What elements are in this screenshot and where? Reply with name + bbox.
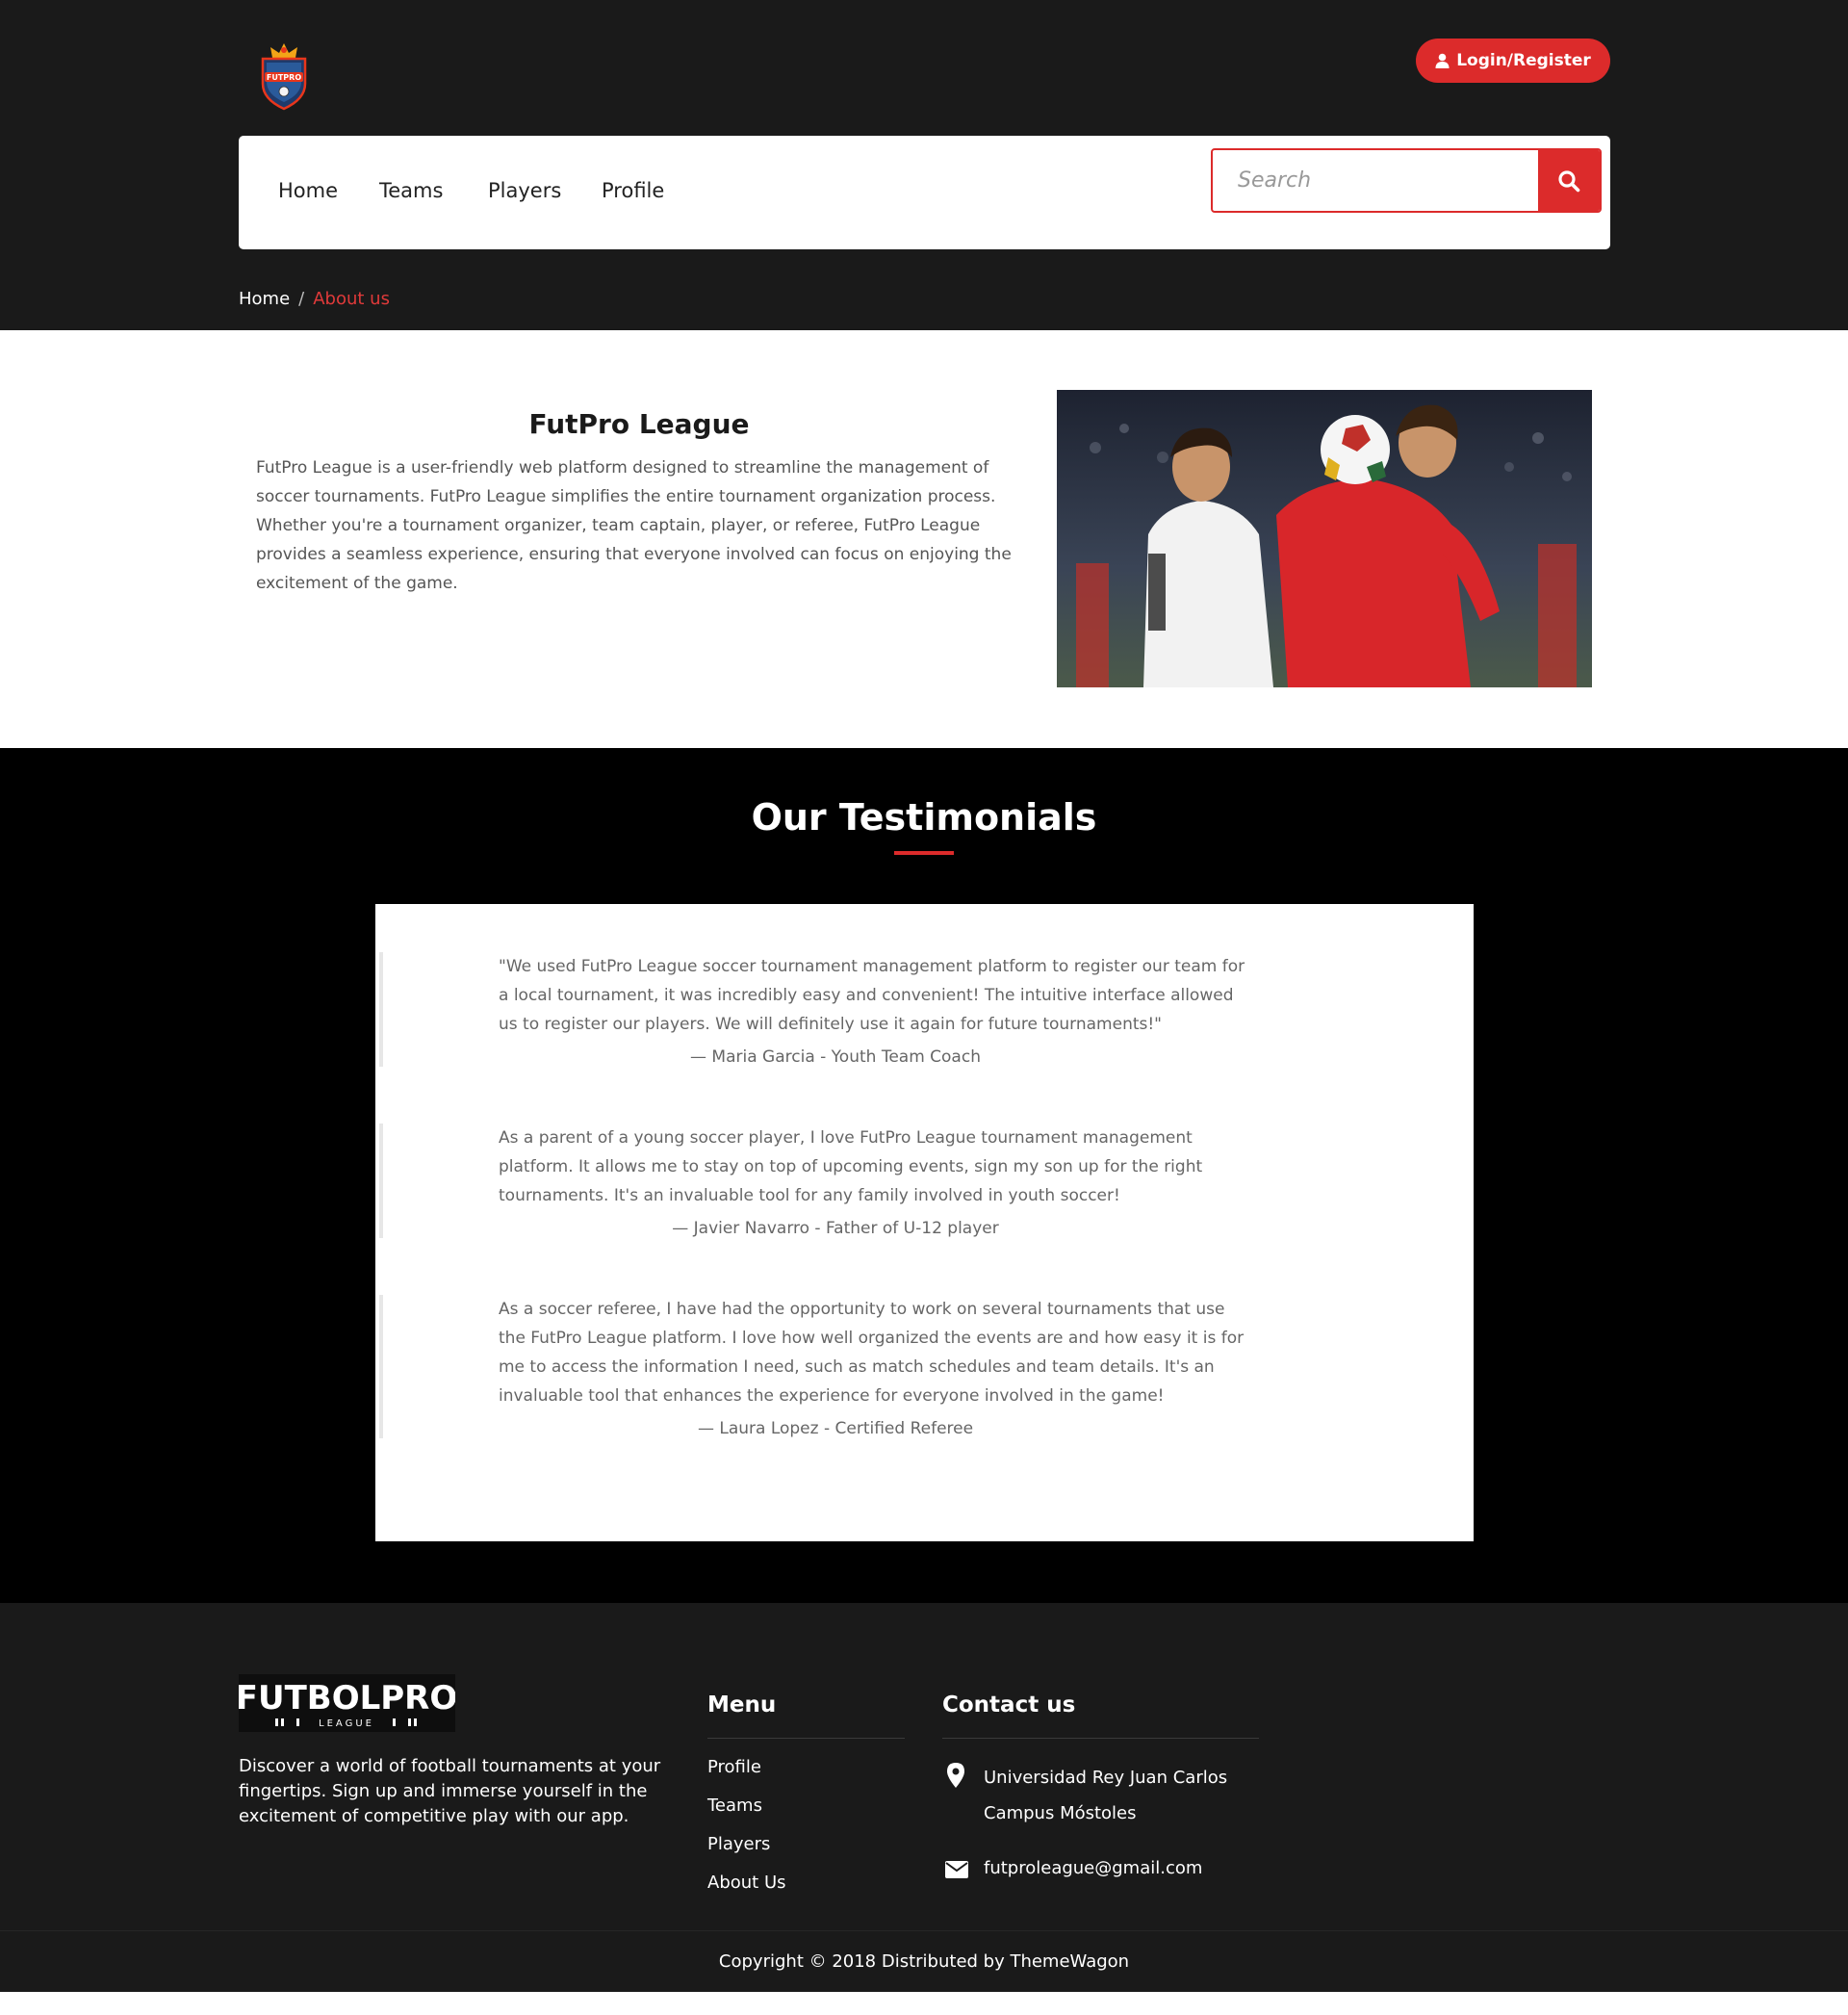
testimonial-author: — Laura Lopez - Certified Referee bbox=[697, 1419, 974, 1438]
menu-divider bbox=[707, 1738, 905, 1739]
nav-teams[interactable]: Teams bbox=[379, 168, 443, 214]
testimonial-text: As a soccer referee, I have had the oppo… bbox=[499, 1300, 1245, 1406]
futpro-logo[interactable]: FUTPRO bbox=[257, 41, 311, 111]
nav-profile[interactable]: Profile bbox=[602, 168, 664, 214]
footer-link-about-us[interactable]: About Us bbox=[707, 1873, 786, 1893]
nav-players[interactable]: Players bbox=[488, 168, 561, 214]
copyright-text: Copyright © 2018 Distributed by ThemeWag… bbox=[718, 1951, 1130, 1972]
testimonials-heading: Our Testimonials bbox=[751, 796, 1097, 839]
testimonial-item: As a soccer referee, I have had the oppo… bbox=[379, 1295, 1245, 1438]
nav-home[interactable]: Home bbox=[278, 168, 338, 214]
contact-divider bbox=[942, 1738, 1259, 1739]
footer-contact-title: Contact us bbox=[942, 1692, 1076, 1718]
map-pin-icon bbox=[947, 1763, 964, 1788]
breadcrumb-current: About us bbox=[313, 289, 390, 309]
search-button[interactable] bbox=[1538, 150, 1600, 211]
login-register-label: Login/Register bbox=[1456, 51, 1591, 70]
login-register-button[interactable]: Login/Register bbox=[1416, 39, 1610, 83]
contact-address-line1: Universidad Rey Juan Carlos bbox=[984, 1768, 1228, 1788]
testimonial-author: — Javier Navarro - Father of U-12 player bbox=[672, 1219, 999, 1238]
footer-link-profile[interactable]: Profile bbox=[707, 1757, 761, 1777]
page-bottom-strip bbox=[0, 1992, 1848, 2015]
envelope-icon bbox=[945, 1861, 968, 1878]
search-input[interactable] bbox=[1213, 150, 1536, 211]
about-title: FutPro League bbox=[528, 408, 750, 440]
footer-link-players[interactable]: Players bbox=[707, 1834, 770, 1854]
footer-logo-subtext: LEAGUE bbox=[319, 1718, 374, 1729]
search-form bbox=[1211, 148, 1602, 213]
testimonials-section: Our Testimonials "We used FutPro League … bbox=[0, 748, 1848, 1603]
contact-email-link[interactable]: futproleague@gmail.com bbox=[984, 1858, 1202, 1878]
main-navbar: Home Teams Players Profile bbox=[239, 136, 1610, 249]
breadcrumb-home[interactable]: Home bbox=[239, 289, 290, 309]
site-footer: FUTBOLPRO LEAGUE Discover a world of foo… bbox=[0, 1603, 1848, 2015]
testimonial-text: "We used FutPro League soccer tournament… bbox=[499, 957, 1245, 1034]
futbolpro-footer-logo[interactable]: FUTBOLPRO LEAGUE bbox=[239, 1674, 455, 1732]
heading-underline bbox=[894, 851, 954, 855]
footer-description: Discover a world of football tournaments… bbox=[239, 1756, 661, 1826]
testimonials-card: "We used FutPro League soccer tournament… bbox=[375, 904, 1474, 1541]
breadcrumb-separator: / bbox=[298, 289, 305, 309]
testimonial-item: "We used FutPro League soccer tournament… bbox=[379, 952, 1245, 1067]
search-icon bbox=[1558, 169, 1580, 192]
logo-text: FUTPRO bbox=[267, 73, 301, 82]
testimonial-item: As a parent of a young soccer player, I … bbox=[379, 1124, 1245, 1238]
copyright-divider bbox=[0, 1930, 1848, 1931]
about-description: FutPro League is a user-friendly web pla… bbox=[256, 458, 1012, 593]
soccer-players-photo bbox=[1057, 390, 1592, 687]
testimonial-text: As a parent of a young soccer player, I … bbox=[499, 1128, 1203, 1205]
testimonial-author: — Maria Garcia - Youth Team Coach bbox=[690, 1047, 981, 1067]
breadcrumb: Home / About us bbox=[239, 289, 390, 309]
contact-address-line2: Campus Móstoles bbox=[984, 1803, 1137, 1823]
user-icon bbox=[1435, 53, 1450, 68]
footer-menu-title: Menu bbox=[707, 1692, 777, 1718]
footer-logo-text: FUTBOLPRO bbox=[239, 1679, 455, 1718]
footer-link-teams[interactable]: Teams bbox=[707, 1795, 762, 1816]
site-header: FUTPRO Login/Register Home Teams Players… bbox=[0, 0, 1848, 330]
